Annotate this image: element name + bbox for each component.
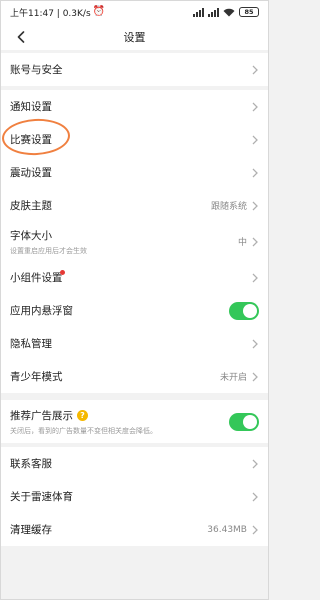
row-label: 清理缓存 [10,524,52,536]
chevron-right-icon [252,492,258,501]
settings-row-ads: 推荐广告展示? 关闭后，看到的广告数量不变但相关度会降低。 [0,400,269,443]
section-ads: 推荐广告展示? 关闭后，看到的广告数量不变但相关度会降低。 [0,400,269,443]
settings-row-floating-window: 应用内悬浮窗 [0,294,269,327]
section-support: 联系客服 关于雷速体育 清理缓存 36.43MB [0,447,269,546]
settings-row-about[interactable]: 关于雷速体育 [0,480,269,513]
row-label: 关于雷速体育 [10,491,73,503]
row-label: 青少年模式 [10,371,63,383]
wifi-icon [223,8,235,16]
settings-row-customer-service[interactable]: 联系客服 [0,447,269,480]
status-right: 85 [193,7,259,17]
battery-icon: 85 [239,7,259,17]
status-bar: 上午11:47 | 0.3K/s ⏰ 85 [0,0,269,24]
alarm-icon: ⏰ [92,6,106,17]
signal-icon [193,7,204,17]
row-label: 推荐广告展示 [10,409,73,422]
row-sub: 关闭后，看到的广告数量不变但相关度会降低。 [10,426,157,435]
red-dot-badge [60,270,65,275]
signal-icon-2 [208,7,219,17]
row-value: 36.43MB [207,524,247,535]
nav-bar: 设置 [0,24,269,50]
section-account: 账号与安全 [0,53,269,86]
row-value: 未开启 [219,373,247,383]
row-label-wrap: 推荐广告展示? [10,408,157,423]
row-value: 跟随系统 [210,202,247,212]
row-label: 隐私管理 [10,338,52,350]
chevron-right-icon [252,168,258,177]
help-icon[interactable]: ? [77,410,88,421]
settings-row-account-security[interactable]: 账号与安全 [0,53,269,86]
settings-row-vibration[interactable]: 震动设置 [0,156,269,189]
row-label: 震动设置 [10,167,52,179]
row-label: 皮肤主题 [10,200,52,212]
row-label: 账号与安全 [10,64,63,76]
row-label: 联系客服 [10,458,52,470]
page-title: 设置 [123,31,146,44]
settings-row-theme[interactable]: 皮肤主题 跟随系统 [0,189,269,222]
row-label: 通知设置 [10,101,52,113]
chevron-right-icon [252,201,258,210]
row-label: 小组件设置 [10,272,63,284]
back-button[interactable] [10,24,32,50]
chevron-right-icon [252,102,258,111]
chevron-left-icon [17,31,25,43]
chevron-right-icon [252,525,258,534]
chevron-right-icon [252,135,258,144]
ads-toggle[interactable] [229,412,259,431]
settings-row-teen-mode[interactable]: 青少年模式 未开启 [0,360,269,393]
settings-row-privacy[interactable]: 隐私管理 [0,327,269,360]
chevron-right-icon [252,372,258,381]
row-value: 中 [237,238,247,248]
floating-window-toggle[interactable] [229,301,259,320]
settings-row-clear-cache[interactable]: 清理缓存 36.43MB [0,513,269,546]
chevron-right-icon [252,237,258,246]
row-label: 字体大小 [10,229,52,242]
status-time-speed: 上午11:47 | 0.3K/s [10,8,91,19]
row-sub: 设置重启应用后才会生效 [10,246,87,255]
settings-row-font-size[interactable]: 字体大小 设置重启应用后才会生效 中 [0,222,269,261]
chevron-right-icon [252,273,258,282]
settings-row-widget[interactable]: 小组件设置 [0,261,269,294]
chevron-right-icon [252,65,258,74]
status-left: 上午11:47 | 0.3K/s ⏰ [10,6,105,19]
chevron-right-icon [252,339,258,348]
row-label: 应用内悬浮窗 [10,305,73,317]
chevron-right-icon [252,459,258,468]
